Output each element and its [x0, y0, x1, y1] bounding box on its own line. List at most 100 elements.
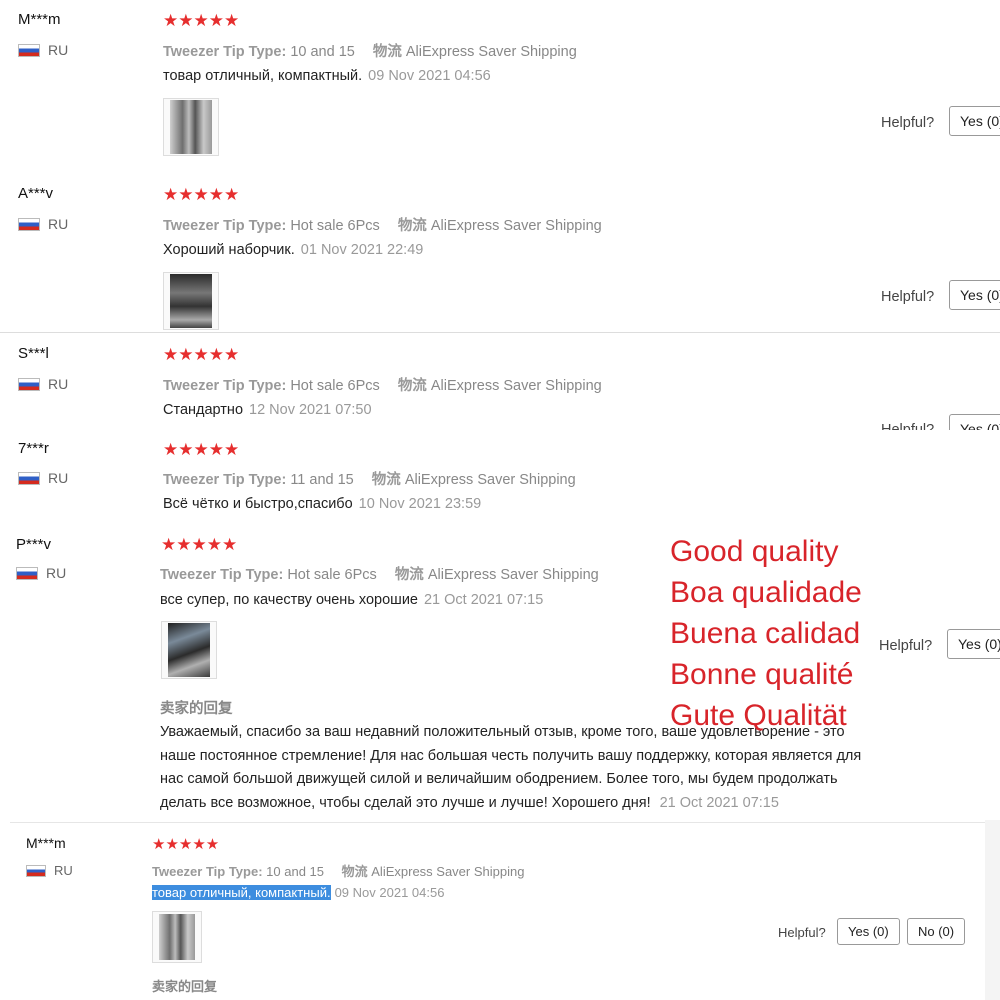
- tip-type-value: 11 and 15: [290, 472, 354, 488]
- shipping-value: AliExpress Saver Shipping: [405, 44, 577, 60]
- tip-type-value: 10 and 15: [266, 864, 324, 879]
- review-text: товар отличный, компактный. 09 Nov 2021 0…: [163, 68, 491, 84]
- overlay-line: Good quality: [670, 535, 839, 568]
- review-photo-thumbnail[interactable]: [163, 98, 219, 156]
- star-rating: ★★★★★: [163, 345, 240, 364]
- background-strip: [985, 820, 1000, 1000]
- reviewer-country: RU: [18, 376, 68, 392]
- russia-flag-icon: [26, 864, 46, 877]
- review-text: Всё чётко и быстро,спасибо 10 Nov 2021 23…: [163, 496, 481, 512]
- helpful-yes-button[interactable]: Yes (0): [949, 414, 1000, 430]
- tip-type-value: Hot sale 6Pcs: [287, 567, 377, 583]
- shipping-value: AliExpress Saver Shipping: [430, 378, 602, 394]
- shipping-label: 物流: [372, 44, 402, 60]
- star-rating: ★★★★★: [163, 11, 240, 30]
- helpful-label: Helpful?: [879, 638, 933, 654]
- shipping-value: AliExpress Saver Shipping: [427, 567, 599, 583]
- shipping-label: 物流: [371, 472, 401, 488]
- shipping-label: 物流: [397, 218, 427, 234]
- star-rating: ★★★★★: [161, 535, 238, 554]
- review-date: 09 Nov 2021 04:56: [334, 885, 445, 900]
- review-meta: Tweezer Tip Type: Hot sale 6Pcs 物流 AliEx…: [160, 563, 599, 584]
- tip-type-label: Tweezer Tip Type:: [163, 378, 287, 394]
- shipping-label: 物流: [397, 378, 427, 394]
- review-meta: Tweezer Tip Type: 10 and 15 物流 AliExpres…: [152, 861, 524, 880]
- helpful-yes-button[interactable]: Yes (0): [947, 629, 1000, 659]
- review-card: 7***r RU ★★★★★ Tweezer Tip Type: 11 and …: [0, 432, 1000, 524]
- review-meta: Tweezer Tip Type: 11 and 15 物流 AliExpres…: [163, 468, 576, 489]
- reviewer-country: RU: [16, 565, 66, 581]
- review-body: товар отличный, компактный.: [163, 68, 363, 84]
- reviewer-country: RU: [18, 42, 68, 58]
- review-meta: Tweezer Tip Type: 10 and 15 物流 AliExpres…: [163, 40, 577, 61]
- reviewer-country: RU: [18, 470, 68, 486]
- reviewer-country: RU: [18, 216, 68, 232]
- review-date: 01 Nov 2021 22:49: [300, 242, 424, 258]
- country-code: RU: [48, 216, 69, 232]
- tip-type-value: Hot sale 6Pcs: [290, 218, 380, 234]
- shipping-value: AliExpress Saver Shipping: [430, 218, 602, 234]
- review-meta: Tweezer Tip Type: Hot sale 6Pcs 物流 AliEx…: [163, 214, 602, 235]
- tip-type-label: Tweezer Tip Type:: [160, 567, 284, 583]
- reviewer-name: A***v: [18, 185, 54, 202]
- star-rating: ★★★★★: [152, 836, 220, 853]
- helpful-label: Helpful?: [881, 289, 935, 305]
- review-text: Стандартно 12 Nov 2021 07:50: [163, 402, 372, 418]
- review-text: товар отличный, компактный. 09 Nov 2021 0…: [152, 885, 444, 900]
- tip-type-label: Tweezer Tip Type:: [163, 44, 287, 60]
- review-card: M***m RU ★★★★★ Tweezer Tip Type: 10 and …: [10, 822, 985, 1000]
- reviewer-name: S***l: [18, 345, 49, 362]
- overlay-line: Gute Qualität: [670, 699, 847, 732]
- review-photo-thumbnail[interactable]: [163, 272, 219, 330]
- review-date: 10 Nov 2021 23:59: [358, 496, 482, 512]
- reply-line: наше постоянное стремление! Для нас боль…: [160, 747, 862, 764]
- seller-reply-title: 卖家的回复: [152, 979, 218, 994]
- good-quality-overlay: Good quality Boa qualidade Buena calidad…: [670, 531, 862, 736]
- review-body: все супер, по качеству очень хорошие: [160, 592, 418, 608]
- country-code: RU: [48, 42, 69, 58]
- review-text: все супер, по качеству очень хорошие 21 O…: [160, 592, 543, 608]
- russia-flag-icon: [16, 566, 38, 580]
- helpful-yes-button[interactable]: Yes (0): [949, 280, 1000, 310]
- review-date: 12 Nov 2021 07:50: [249, 402, 372, 418]
- helpful-no-button[interactable]: No (0): [907, 918, 966, 945]
- reply-date: 21 Oct 2021 07:15: [659, 794, 779, 811]
- helpful-label: Helpful?: [881, 115, 935, 131]
- review-text: Хороший наборчик. 01 Nov 2021 22:49: [163, 242, 423, 258]
- reply-line: нас самой большой движущей силой и велич…: [160, 771, 838, 787]
- star-rating: ★★★★★: [163, 185, 240, 204]
- overlay-line: Bonne qualité: [670, 658, 854, 691]
- shipping-value: AliExpress Saver Shipping: [371, 864, 525, 879]
- review-photo-thumbnail[interactable]: [161, 621, 217, 679]
- review-body: Всё чётко и быстро,спасибо: [163, 496, 353, 512]
- russia-flag-icon: [18, 217, 40, 231]
- review-date: 21 Oct 2021 07:15: [423, 592, 544, 608]
- country-code: RU: [48, 376, 69, 392]
- reviewer-name: P***v: [16, 536, 52, 553]
- russia-flag-icon: [18, 43, 40, 57]
- review-body: Хороший наборчик.: [163, 242, 295, 258]
- russia-flag-icon: [18, 471, 40, 485]
- review-photo-thumbnail[interactable]: [152, 911, 202, 963]
- review-body-selected[interactable]: товар отличный, компактный.: [152, 885, 331, 900]
- review-card: S***l RU ★★★★★ Tweezer Tip Type: Hot sal…: [0, 334, 1000, 430]
- tip-type-value: 10 and 15: [290, 44, 355, 60]
- overlay-line: Buena calidad: [670, 617, 861, 650]
- review-meta: Tweezer Tip Type: Hot sale 6Pcs 物流 AliEx…: [163, 374, 602, 395]
- star-rating: ★★★★★: [163, 440, 240, 459]
- reviewer-country: RU: [26, 863, 73, 878]
- reviewer-name: M***m: [18, 11, 61, 28]
- country-code: RU: [54, 863, 73, 878]
- country-code: RU: [46, 565, 67, 581]
- tip-type-value: Hot sale 6Pcs: [290, 378, 380, 394]
- tip-type-label: Tweezer Tip Type:: [163, 218, 287, 234]
- seller-reply-title: 卖家的回复: [160, 701, 233, 717]
- helpful-yes-button[interactable]: Yes (0): [837, 918, 900, 945]
- reviewer-name: 7***r: [18, 440, 49, 457]
- helpful-yes-button[interactable]: Yes (0): [949, 106, 1000, 136]
- review-body: Стандартно: [163, 402, 244, 418]
- russia-flag-icon: [18, 377, 40, 391]
- shipping-value: AliExpress Saver Shipping: [404, 472, 576, 488]
- shipping-label: 物流: [394, 567, 424, 583]
- tip-type-label: Tweezer Tip Type:: [163, 472, 287, 488]
